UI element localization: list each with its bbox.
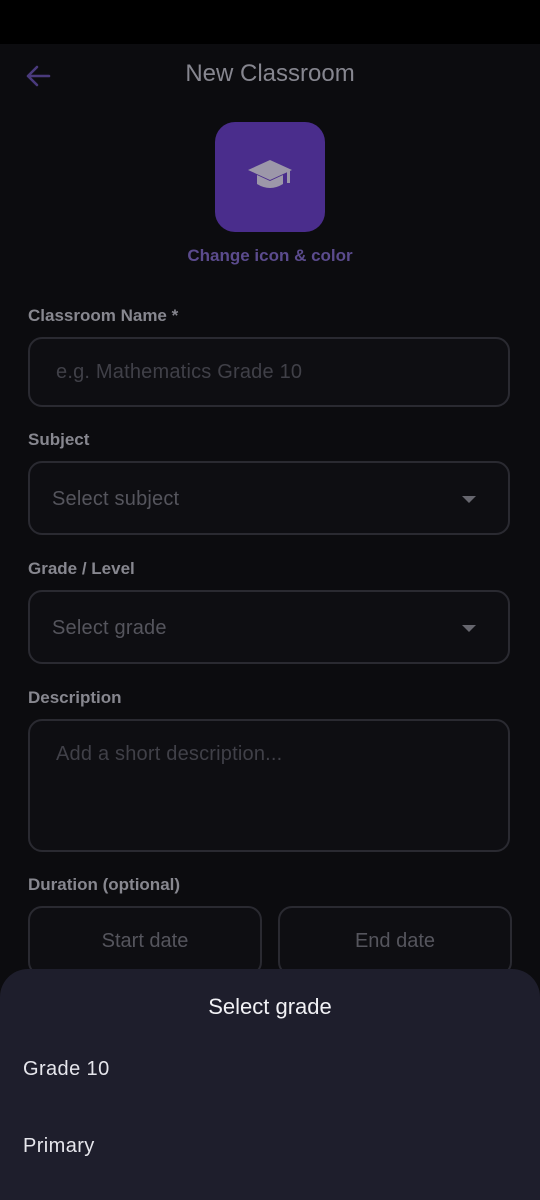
duration-label: Duration (optional) — [28, 875, 181, 894]
classroom-name-label: Classroom Name * — [28, 306, 179, 325]
change-icon-color-link[interactable]: Change icon & color — [0, 246, 540, 266]
subject-select-value: Select subject — [52, 488, 180, 510]
sheet-option-grade-10[interactable]: Grade 10 — [0, 1040, 540, 1104]
grade-select[interactable]: Select grade — [28, 590, 510, 664]
sheet-option-label: Primary — [23, 1135, 95, 1157]
grade-bottom-sheet: Select grade Grade 10 Primary — [0, 969, 540, 1200]
sheet-title: Select grade — [208, 994, 332, 1019]
sheet-option-label: Grade 10 — [23, 1058, 110, 1080]
graduation-cap-icon — [248, 160, 292, 188]
chevron-down-icon — [462, 625, 476, 632]
description-placeholder: Add a short description... — [56, 743, 283, 765]
grade-select-value: Select grade — [52, 617, 167, 639]
chevron-down-icon — [462, 496, 476, 503]
page-title: New Classroom — [185, 60, 355, 87]
classroom-name-placeholder: e.g. Mathematics Grade 10 — [56, 361, 303, 383]
subject-select[interactable]: Select subject — [28, 461, 510, 535]
grade-label: Grade / Level — [28, 559, 135, 578]
status-bar — [0, 0, 540, 44]
subject-label: Subject — [28, 430, 90, 449]
description-textarea[interactable]: Add a short description... — [28, 719, 510, 852]
sheet-option-primary[interactable]: Primary — [0, 1117, 540, 1181]
classroom-name-input[interactable]: e.g. Mathematics Grade 10 — [28, 337, 510, 407]
start-date-field[interactable]: Start date — [28, 906, 262, 976]
description-label: Description — [28, 688, 122, 707]
app-bar: New Classroom — [0, 44, 540, 108]
classroom-icon-tile[interactable] — [215, 122, 325, 232]
end-date-field[interactable]: End date — [278, 906, 512, 976]
